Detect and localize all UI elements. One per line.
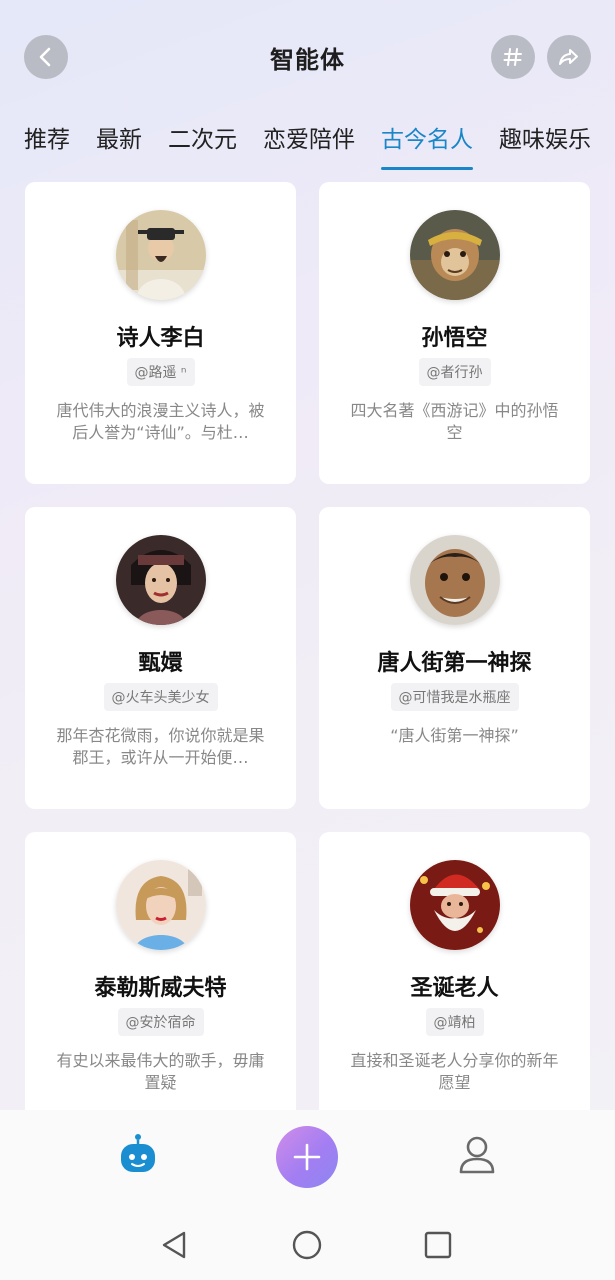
tab-anime[interactable]: 二次元	[168, 120, 237, 170]
detective-portrait	[410, 535, 500, 625]
agent-description: 有史以来最伟大的歌手，毋庸置疑	[56, 1051, 265, 1092]
profile-icon	[459, 1136, 495, 1174]
square-recents-icon	[424, 1231, 452, 1259]
taylor-swift-portrait	[116, 860, 206, 950]
tab-recommend[interactable]: 推荐	[24, 120, 70, 170]
agent-name: 甄嬛	[138, 651, 183, 676]
bottom-nav	[0, 1110, 615, 1210]
sun-wukong-portrait	[410, 210, 500, 300]
agent-name: 泰勒斯威夫特	[94, 976, 227, 1001]
agent-name: 诗人李白	[116, 326, 205, 351]
agent-author: @火车头美少女	[103, 683, 218, 711]
circle-home-icon	[292, 1230, 322, 1260]
li-bai-portrait	[116, 210, 206, 300]
agent-card[interactable]: 诗人李白 @路遥 ⁿ 唐代伟大的浪漫主义诗人，被后人誉为“诗仙”。与杜…	[25, 182, 296, 484]
triangle-back-icon	[162, 1231, 186, 1259]
system-back-button[interactable]	[158, 1228, 192, 1262]
share-button[interactable]	[547, 35, 591, 79]
tab-latest[interactable]: 最新	[96, 120, 142, 170]
create-agent-button[interactable]	[276, 1126, 338, 1188]
agent-description: “唐人街第一神探”	[390, 726, 519, 745]
agent-name: 唐人街第一神探	[377, 651, 532, 676]
top-header: 智能体	[0, 0, 615, 115]
system-home-button[interactable]	[290, 1228, 324, 1262]
agent-card[interactable]: 唐人街第一神探 @可惜我是水瓶座 “唐人街第一神探”	[319, 507, 590, 809]
nav-profile[interactable]	[455, 1132, 499, 1178]
agent-author: @路遥 ⁿ	[126, 358, 195, 386]
agent-card[interactable]: 圣诞老人 @靖柏 直接和圣诞老人分享你的新年愿望	[319, 832, 590, 1134]
agent-description: 唐代伟大的浪漫主义诗人，被后人誉为“诗仙”。与杜…	[56, 401, 265, 442]
agent-author: @安於宿命	[117, 1008, 204, 1036]
hashtag-icon	[503, 48, 522, 66]
agent-name: 孙悟空	[421, 326, 488, 351]
agent-author: @靖柏	[425, 1008, 484, 1036]
agent-author: @者行孙	[418, 358, 491, 386]
agent-name: 圣诞老人	[410, 976, 499, 1001]
agent-card[interactable]: 泰勒斯威夫特 @安於宿命 有史以来最伟大的歌手，毋庸置疑	[25, 832, 296, 1134]
tab-fun[interactable]: 趣味娱乐	[499, 120, 591, 170]
agent-description: 直接和圣诞老人分享你的新年愿望	[350, 1051, 559, 1092]
agent-card[interactable]: 甄嬛 @火车头美少女 那年杏花微雨，你说你就是果郡王，或许从一开始便…	[25, 507, 296, 809]
agent-description: 四大名著《西游记》中的孙悟空	[350, 401, 559, 442]
share-icon	[559, 49, 578, 65]
category-tabs: 推荐 最新 二次元 恋爱陪伴 古今名人 趣味娱乐	[24, 120, 591, 170]
agent-author: @可惜我是水瓶座	[390, 683, 519, 711]
tab-celebrities[interactable]: 古今名人	[381, 120, 473, 170]
agent-description: 那年杏花微雨，你说你就是果郡王，或许从一开始便…	[56, 726, 265, 767]
tab-romance[interactable]: 恋爱陪伴	[263, 120, 355, 170]
santa-claus-portrait	[410, 860, 500, 950]
zhen-huan-portrait	[116, 535, 206, 625]
robot-icon	[121, 1134, 155, 1172]
hashtag-button[interactable]	[491, 35, 535, 79]
system-navigation-bar	[0, 1210, 615, 1280]
system-recents-button[interactable]	[421, 1228, 455, 1262]
plus-icon	[293, 1143, 321, 1171]
nav-agents[interactable]	[115, 1132, 161, 1178]
agent-card[interactable]: 孙悟空 @者行孙 四大名著《西游记》中的孙悟空	[319, 182, 590, 484]
